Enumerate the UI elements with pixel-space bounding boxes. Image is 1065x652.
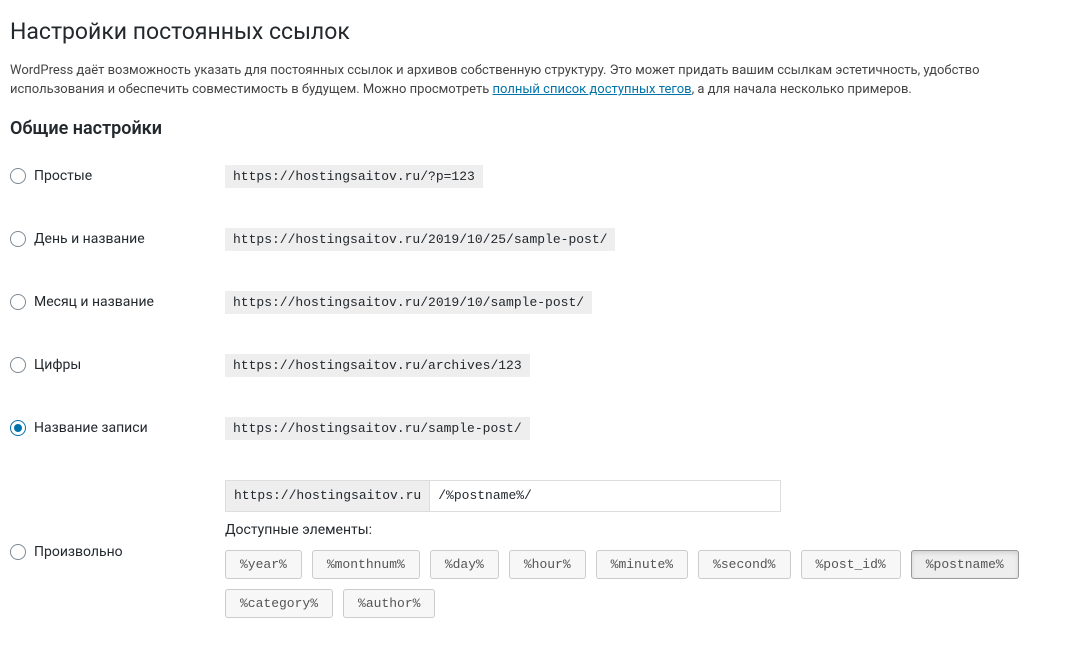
option-plain[interactable]: Простые: [10, 168, 215, 184]
available-tags-link[interactable]: полный список доступных тегов: [493, 82, 692, 97]
permalink-options-table: Простые https://hostingsaitov.ru/?p=123 …: [10, 145, 1053, 638]
option-custom-label: Произвольно: [34, 544, 123, 560]
desc-text-after: , а для начала несколько примеров.: [692, 82, 912, 97]
radio-post-name[interactable]: [10, 420, 26, 436]
custom-structure-row: https://hostingsaitov.ru: [225, 480, 1043, 512]
option-row-month-name: Месяц и название https://hostingsaitov.r…: [10, 271, 1053, 334]
example-plain: https://hostingsaitov.ru/?p=123: [225, 165, 483, 188]
available-elements-label: Доступные элементы:: [225, 522, 1043, 538]
option-row-plain: Простые https://hostingsaitov.ru/?p=123: [10, 145, 1053, 208]
option-row-custom: Произвольно https://hostingsaitov.ru Дос…: [10, 460, 1053, 638]
tag-monthnum[interactable]: %monthnum%: [312, 550, 420, 579]
example-numeric: https://hostingsaitov.ru/archives/123: [225, 354, 530, 377]
option-numeric-label: Цифры: [34, 357, 81, 373]
example-month-name: https://hostingsaitov.ru/2019/10/sample-…: [225, 291, 592, 314]
page-description: WordPress даёт возможность указать для п…: [10, 61, 1053, 100]
tag-day[interactable]: %day%: [430, 550, 499, 579]
tag-buttons-group: %year% %monthnum% %day% %hour% %minute% …: [225, 550, 1043, 618]
example-post-name: https://hostingsaitov.ru/sample-post/: [225, 417, 530, 440]
option-month-name-label: Месяц и название: [34, 294, 154, 310]
tag-post-id[interactable]: %post_id%: [801, 550, 901, 579]
option-post-name-label: Название записи: [34, 420, 148, 436]
option-custom[interactable]: Произвольно: [10, 538, 215, 560]
section-heading: Общие настройки: [10, 118, 1053, 139]
example-day-name: https://hostingsaitov.ru/2019/10/25/samp…: [225, 228, 615, 251]
page-title: Настройки постоянных ссылок: [10, 8, 1053, 51]
tag-year[interactable]: %year%: [225, 550, 302, 579]
option-numeric[interactable]: Цифры: [10, 357, 215, 373]
tag-hour[interactable]: %hour%: [509, 550, 586, 579]
radio-plain[interactable]: [10, 168, 26, 184]
option-plain-label: Простые: [34, 168, 92, 184]
tag-second[interactable]: %second%: [698, 550, 790, 579]
tag-author[interactable]: %author%: [343, 589, 435, 618]
option-row-day-name: День и название https://hostingsaitov.ru…: [10, 208, 1053, 271]
tag-category[interactable]: %category%: [225, 589, 333, 618]
option-row-numeric: Цифры https://hostingsaitov.ru/archives/…: [10, 334, 1053, 397]
radio-day-name[interactable]: [10, 231, 26, 247]
option-row-post-name: Название записи https://hostingsaitov.ru…: [10, 397, 1053, 460]
option-day-name[interactable]: День и название: [10, 231, 215, 247]
option-post-name[interactable]: Название записи: [10, 420, 215, 436]
radio-custom[interactable]: [10, 544, 26, 560]
tag-postname[interactable]: %postname%: [911, 550, 1019, 579]
custom-structure-input[interactable]: [429, 480, 781, 512]
radio-month-name[interactable]: [10, 294, 26, 310]
option-day-name-label: День и название: [34, 231, 145, 247]
custom-url-prefix: https://hostingsaitov.ru: [225, 480, 429, 512]
radio-numeric[interactable]: [10, 357, 26, 373]
tag-minute[interactable]: %minute%: [596, 550, 688, 579]
option-month-name[interactable]: Месяц и название: [10, 294, 215, 310]
